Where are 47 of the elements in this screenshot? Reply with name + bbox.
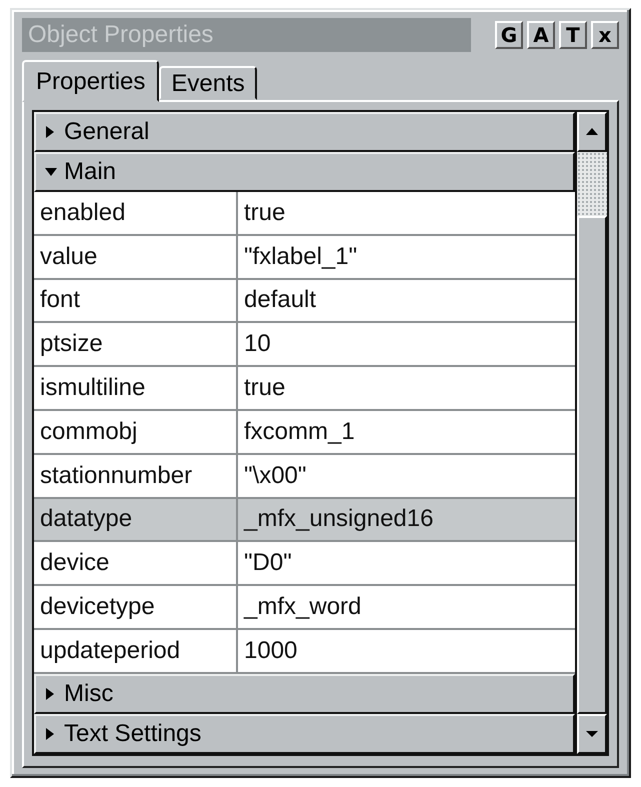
property-row[interactable]: devicetype _mfx_word: [34, 586, 575, 630]
property-row[interactable]: updateperiod 1000: [34, 630, 575, 674]
scroll-down-button[interactable]: [577, 714, 607, 754]
title-bar-button[interactable]: G: [495, 21, 523, 49]
property-value: default: [243, 285, 318, 316]
section-header[interactable]: Text Settings: [34, 714, 575, 754]
property-value: true: [243, 373, 286, 404]
property-name: ptsize: [34, 323, 238, 366]
property-name: enabled: [34, 192, 238, 234]
property-value: _mfx_word: [242, 592, 362, 622]
property-value: true: [243, 198, 286, 228]
property-name: datatype: [34, 498, 238, 540]
tab[interactable]: Properties: [22, 60, 160, 102]
window-title: Object Properties: [22, 18, 471, 52]
property-name: stationnumber: [34, 454, 238, 497]
property-value: "D0": [243, 548, 293, 578]
section-header[interactable]: General: [34, 112, 575, 152]
property-row[interactable]: font default: [34, 280, 575, 324]
title-bar-button[interactable]: T: [559, 21, 587, 49]
scrollbar-thumb[interactable]: [577, 216, 607, 714]
section-header[interactable]: Main: [34, 152, 575, 192]
scroll-up-button[interactable]: [577, 112, 607, 152]
property-row[interactable]: enabled true: [34, 192, 575, 236]
property-name: devicetype: [34, 586, 238, 628]
property-value: _mfx_unsigned16: [242, 504, 434, 534]
property-name: ismultiline: [34, 367, 238, 409]
title-bar-button[interactable]: A: [527, 21, 555, 49]
title-bar-button[interactable]: x: [591, 21, 619, 49]
property-value: 10: [243, 329, 272, 360]
property-row[interactable]: commobj fxcomm_1: [34, 410, 575, 455]
property-name: device: [34, 542, 238, 584]
property-row[interactable]: stationnumber "\x00": [34, 454, 575, 499]
property-value: fxcomm_1: [243, 416, 356, 447]
property-value: "fxlabel_1": [243, 242, 358, 272]
property-row[interactable]: device "D0": [34, 542, 575, 586]
property-name: value: [34, 236, 238, 278]
property-row[interactable]: datatype _mfx_unsigned16: [34, 498, 575, 542]
property-row[interactable]: ptsize 10: [34, 323, 575, 368]
property-value: "\x00": [243, 460, 308, 491]
tab[interactable]: Events: [159, 66, 257, 100]
property-name: font: [34, 280, 238, 322]
property-row[interactable]: ismultiline true: [34, 367, 575, 411]
section-header[interactable]: Misc: [34, 674, 575, 714]
property-name: updateperiod: [34, 630, 238, 672]
property-value: 1000: [243, 636, 298, 666]
property-row[interactable]: value "fxlabel_1": [34, 236, 575, 280]
property-name: commobj: [34, 410, 238, 453]
